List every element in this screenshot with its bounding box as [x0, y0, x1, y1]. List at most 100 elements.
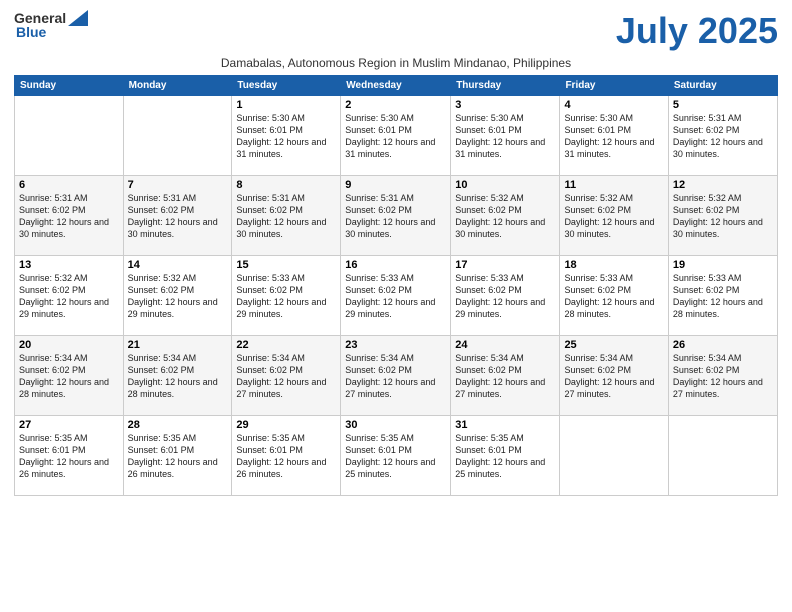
- table-row: 17Sunrise: 5:33 AMSunset: 6:02 PMDayligh…: [451, 256, 560, 336]
- logo-blue: Blue: [16, 24, 46, 40]
- subtitle: Damabalas, Autonomous Region in Muslim M…: [14, 56, 778, 70]
- day-number: 18: [564, 259, 663, 271]
- col-saturday: Saturday: [668, 76, 777, 96]
- table-row: 23Sunrise: 5:34 AMSunset: 6:02 PMDayligh…: [341, 336, 451, 416]
- day-info: Sunrise: 5:32 AMSunset: 6:02 PMDaylight:…: [19, 272, 119, 321]
- calendar-week-row: 1Sunrise: 5:30 AMSunset: 6:01 PMDaylight…: [15, 96, 778, 176]
- calendar: Sunday Monday Tuesday Wednesday Thursday…: [14, 75, 778, 496]
- day-number: 2: [345, 99, 446, 111]
- day-info: Sunrise: 5:34 AMSunset: 6:02 PMDaylight:…: [455, 352, 555, 401]
- day-number: 30: [345, 419, 446, 431]
- table-row: [668, 416, 777, 496]
- table-row: [560, 416, 668, 496]
- table-row: 18Sunrise: 5:33 AMSunset: 6:02 PMDayligh…: [560, 256, 668, 336]
- day-info: Sunrise: 5:34 AMSunset: 6:02 PMDaylight:…: [564, 352, 663, 401]
- day-number: 20: [19, 339, 119, 351]
- table-row: 29Sunrise: 5:35 AMSunset: 6:01 PMDayligh…: [232, 416, 341, 496]
- table-row: 7Sunrise: 5:31 AMSunset: 6:02 PMDaylight…: [123, 176, 232, 256]
- day-number: 23: [345, 339, 446, 351]
- table-row: 16Sunrise: 5:33 AMSunset: 6:02 PMDayligh…: [341, 256, 451, 336]
- day-info: Sunrise: 5:33 AMSunset: 6:02 PMDaylight:…: [564, 272, 663, 321]
- day-info: Sunrise: 5:30 AMSunset: 6:01 PMDaylight:…: [564, 112, 663, 161]
- table-row: 30Sunrise: 5:35 AMSunset: 6:01 PMDayligh…: [341, 416, 451, 496]
- table-row: 31Sunrise: 5:35 AMSunset: 6:01 PMDayligh…: [451, 416, 560, 496]
- col-tuesday: Tuesday: [232, 76, 341, 96]
- table-row: 15Sunrise: 5:33 AMSunset: 6:02 PMDayligh…: [232, 256, 341, 336]
- day-number: 22: [236, 339, 336, 351]
- day-info: Sunrise: 5:33 AMSunset: 6:02 PMDaylight:…: [455, 272, 555, 321]
- day-number: 15: [236, 259, 336, 271]
- table-row: 6Sunrise: 5:31 AMSunset: 6:02 PMDaylight…: [15, 176, 124, 256]
- logo-icon: [68, 10, 88, 26]
- day-info: Sunrise: 5:32 AMSunset: 6:02 PMDaylight:…: [673, 192, 773, 241]
- day-number: 16: [345, 259, 446, 271]
- day-number: 13: [19, 259, 119, 271]
- day-number: 1: [236, 99, 336, 111]
- day-number: 10: [455, 179, 555, 191]
- table-row: 8Sunrise: 5:31 AMSunset: 6:02 PMDaylight…: [232, 176, 341, 256]
- day-info: Sunrise: 5:32 AMSunset: 6:02 PMDaylight:…: [564, 192, 663, 241]
- day-info: Sunrise: 5:30 AMSunset: 6:01 PMDaylight:…: [345, 112, 446, 161]
- table-row: 24Sunrise: 5:34 AMSunset: 6:02 PMDayligh…: [451, 336, 560, 416]
- day-info: Sunrise: 5:31 AMSunset: 6:02 PMDaylight:…: [236, 192, 336, 241]
- day-number: 9: [345, 179, 446, 191]
- table-row: 12Sunrise: 5:32 AMSunset: 6:02 PMDayligh…: [668, 176, 777, 256]
- day-number: 24: [455, 339, 555, 351]
- day-info: Sunrise: 5:31 AMSunset: 6:02 PMDaylight:…: [673, 112, 773, 161]
- day-info: Sunrise: 5:34 AMSunset: 6:02 PMDaylight:…: [236, 352, 336, 401]
- day-number: 14: [128, 259, 228, 271]
- day-info: Sunrise: 5:35 AMSunset: 6:01 PMDaylight:…: [19, 432, 119, 481]
- calendar-week-row: 6Sunrise: 5:31 AMSunset: 6:02 PMDaylight…: [15, 176, 778, 256]
- day-info: Sunrise: 5:30 AMSunset: 6:01 PMDaylight:…: [236, 112, 336, 161]
- day-number: 31: [455, 419, 555, 431]
- table-row: 27Sunrise: 5:35 AMSunset: 6:01 PMDayligh…: [15, 416, 124, 496]
- day-info: Sunrise: 5:34 AMSunset: 6:02 PMDaylight:…: [19, 352, 119, 401]
- col-wednesday: Wednesday: [341, 76, 451, 96]
- table-row: 4Sunrise: 5:30 AMSunset: 6:01 PMDaylight…: [560, 96, 668, 176]
- day-number: 3: [455, 99, 555, 111]
- table-row: 22Sunrise: 5:34 AMSunset: 6:02 PMDayligh…: [232, 336, 341, 416]
- day-number: 7: [128, 179, 228, 191]
- day-number: 6: [19, 179, 119, 191]
- day-number: 28: [128, 419, 228, 431]
- col-friday: Friday: [560, 76, 668, 96]
- table-row: 14Sunrise: 5:32 AMSunset: 6:02 PMDayligh…: [123, 256, 232, 336]
- calendar-week-row: 13Sunrise: 5:32 AMSunset: 6:02 PMDayligh…: [15, 256, 778, 336]
- day-info: Sunrise: 5:34 AMSunset: 6:02 PMDaylight:…: [673, 352, 773, 401]
- day-number: 27: [19, 419, 119, 431]
- day-info: Sunrise: 5:31 AMSunset: 6:02 PMDaylight:…: [128, 192, 228, 241]
- day-info: Sunrise: 5:35 AMSunset: 6:01 PMDaylight:…: [128, 432, 228, 481]
- day-info: Sunrise: 5:33 AMSunset: 6:02 PMDaylight:…: [673, 272, 773, 321]
- table-row: [15, 96, 124, 176]
- day-number: 29: [236, 419, 336, 431]
- table-row: 2Sunrise: 5:30 AMSunset: 6:01 PMDaylight…: [341, 96, 451, 176]
- table-row: 20Sunrise: 5:34 AMSunset: 6:02 PMDayligh…: [15, 336, 124, 416]
- day-info: Sunrise: 5:35 AMSunset: 6:01 PMDaylight:…: [455, 432, 555, 481]
- day-number: 19: [673, 259, 773, 271]
- table-row: 13Sunrise: 5:32 AMSunset: 6:02 PMDayligh…: [15, 256, 124, 336]
- calendar-week-row: 27Sunrise: 5:35 AMSunset: 6:01 PMDayligh…: [15, 416, 778, 496]
- day-number: 12: [673, 179, 773, 191]
- day-number: 11: [564, 179, 663, 191]
- table-row: 5Sunrise: 5:31 AMSunset: 6:02 PMDaylight…: [668, 96, 777, 176]
- table-row: 3Sunrise: 5:30 AMSunset: 6:01 PMDaylight…: [451, 96, 560, 176]
- col-monday: Monday: [123, 76, 232, 96]
- day-info: Sunrise: 5:34 AMSunset: 6:02 PMDaylight:…: [345, 352, 446, 401]
- table-row: 28Sunrise: 5:35 AMSunset: 6:01 PMDayligh…: [123, 416, 232, 496]
- table-row: 19Sunrise: 5:33 AMSunset: 6:02 PMDayligh…: [668, 256, 777, 336]
- calendar-week-row: 20Sunrise: 5:34 AMSunset: 6:02 PMDayligh…: [15, 336, 778, 416]
- table-row: [123, 96, 232, 176]
- month-title: July 2025: [616, 10, 778, 52]
- logo: General Blue: [14, 10, 88, 40]
- table-row: 25Sunrise: 5:34 AMSunset: 6:02 PMDayligh…: [560, 336, 668, 416]
- day-info: Sunrise: 5:35 AMSunset: 6:01 PMDaylight:…: [345, 432, 446, 481]
- day-number: 5: [673, 99, 773, 111]
- table-row: 26Sunrise: 5:34 AMSunset: 6:02 PMDayligh…: [668, 336, 777, 416]
- day-info: Sunrise: 5:35 AMSunset: 6:01 PMDaylight:…: [236, 432, 336, 481]
- day-number: 8: [236, 179, 336, 191]
- day-number: 25: [564, 339, 663, 351]
- day-info: Sunrise: 5:32 AMSunset: 6:02 PMDaylight:…: [455, 192, 555, 241]
- day-info: Sunrise: 5:31 AMSunset: 6:02 PMDaylight:…: [19, 192, 119, 241]
- day-info: Sunrise: 5:31 AMSunset: 6:02 PMDaylight:…: [345, 192, 446, 241]
- col-sunday: Sunday: [15, 76, 124, 96]
